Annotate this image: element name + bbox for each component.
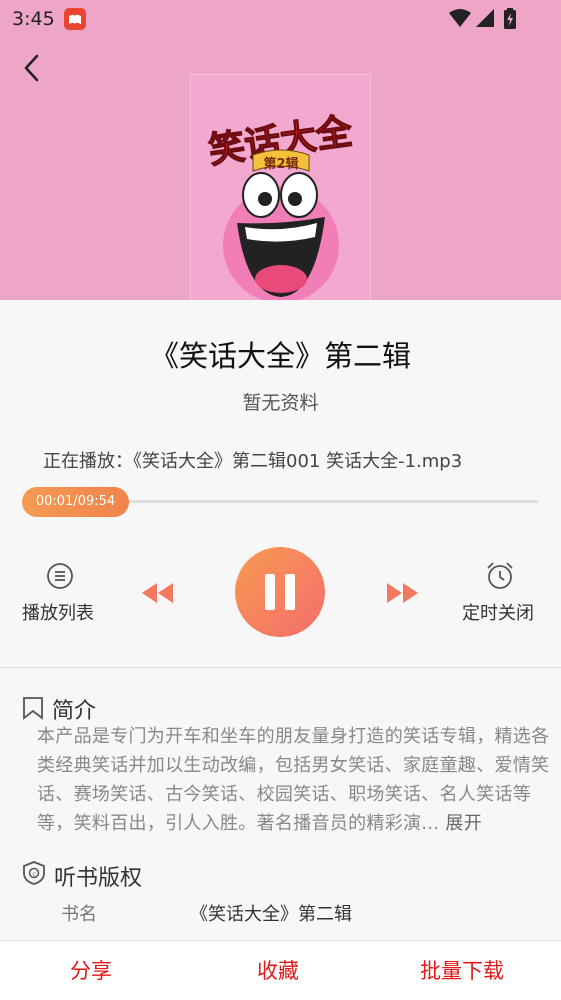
book-title: 《笑话大全》第二辑 [149,339,411,373]
pause-icon [265,574,295,610]
shield-icon: c [23,861,45,885]
battery-charging-icon [504,8,516,29]
fast-forward-icon[interactable] [384,580,421,606]
playlist-icon[interactable] [46,562,74,590]
alarm-clock-icon[interactable] [485,561,515,591]
favorite-button[interactable]: 收藏 [257,955,299,985]
intro-text: 本产品是专门为开车和坐车的朋友量身打造的笑话专辑，精选各类经典笑话并加以生动改编… [37,722,557,838]
bookmark-icon [23,697,43,720]
expand-link[interactable]: 展开 [445,813,482,834]
now-playing-text: 正在播放：《笑话大全》第二辑001 笑话大全-1.mp3 [43,451,463,472]
pause-button[interactable] [235,547,325,637]
signal-icon [476,9,494,27]
meta-key-book-name: 书名 [61,904,97,925]
wifi-icon [449,9,471,27]
copyright-heading: 听书版权 [54,866,143,891]
book-subtitle: 暂无资料 [242,392,319,414]
batch-download-button[interactable]: 批量下载 [420,955,504,985]
divider [0,667,561,668]
rewind-icon[interactable] [139,580,176,606]
playlist-label[interactable]: 播放列表 [22,599,94,625]
progress-time-pill[interactable]: 00:01/09:54 [22,487,129,517]
svg-text:c: c [32,871,35,878]
meta-value-book-name: 《笑话大全》第二辑 [190,904,352,925]
back-arrow-icon[interactable] [18,52,46,84]
share-button[interactable]: 分享 [70,955,112,985]
timer-label[interactable]: 定时关闭 [462,599,534,625]
app-notification-icon [64,8,86,30]
status-time: 3:45 [12,8,55,30]
status-bar: 3:45 [0,0,561,38]
intro-heading: 简介 [52,699,97,724]
album-cover: 笑话大全 第2辑 [191,75,370,315]
cover-badge: 第2辑 [263,156,298,172]
